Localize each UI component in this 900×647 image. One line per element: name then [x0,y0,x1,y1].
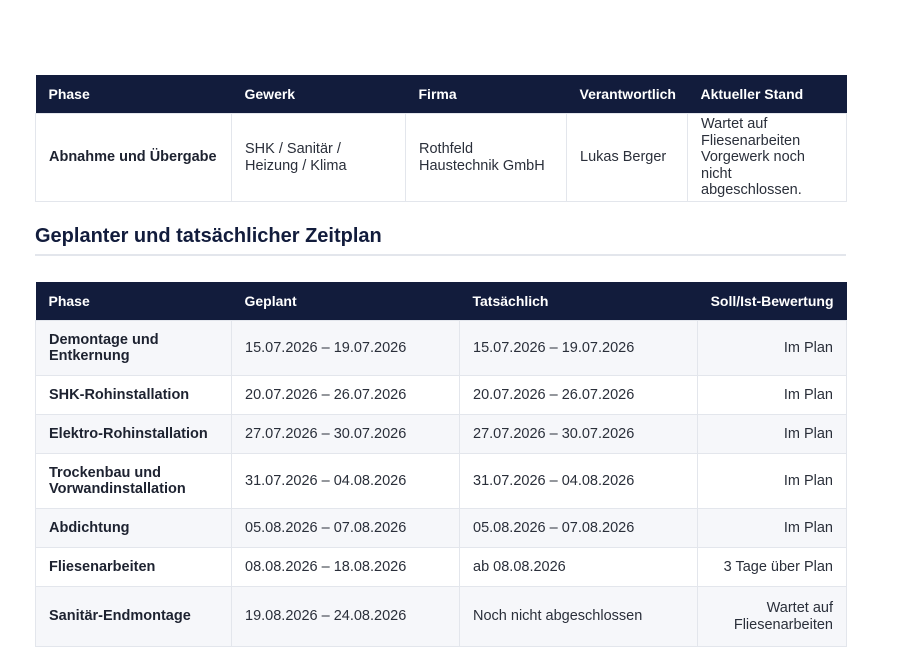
cell-geplant: 19.08.2026 – 24.08.2026 [231,586,460,647]
table-header-row: Phase Geplant Tatsächlich Soll/Ist-Bewer… [35,282,847,321]
cell-bewertung: Im Plan [697,320,847,376]
cell-aktueller-stand: Wartet auf Fliesenarbeiten Vorgewerk noc… [687,113,847,202]
cell-firma: Rothfeld Haustechnik GmbH [405,113,567,202]
cell-bewertung: Im Plan [697,414,847,454]
column-header-aktueller-stand: Aktueller Stand [687,75,847,114]
table-row: Trockenbau und Vorwandinstallation 31.07… [35,453,847,509]
cell-tatsaechlich: ab 08.08.2026 [459,547,698,587]
cell-geplant: 15.07.2026 – 19.07.2026 [231,320,460,376]
responsibility-table: Phase Gewerk Firma Verantwortlich Aktuel… [35,75,847,202]
cell-verantwortlich: Lukas Berger [566,113,688,202]
column-header-gewerk: Gewerk [231,75,406,114]
table-row: SHK-Rohinstallation 20.07.2026 – 26.07.2… [35,375,847,415]
cell-geplant: 05.08.2026 – 07.08.2026 [231,508,460,548]
table-header-row: Phase Gewerk Firma Verantwortlich Aktuel… [35,75,847,114]
table-row: Abdichtung 05.08.2026 – 07.08.2026 05.08… [35,508,847,548]
schedule-table: Phase Geplant Tatsächlich Soll/Ist-Bewer… [35,282,847,647]
cell-bewertung: 3 Tage über Plan [697,547,847,587]
cell-geplant: 20.07.2026 – 26.07.2026 [231,375,460,415]
cell-phase: SHK-Rohinstallation [35,375,232,415]
cell-tatsaechlich: 27.07.2026 – 30.07.2026 [459,414,698,454]
cell-bewertung: Im Plan [697,375,847,415]
cell-phase: Elektro-Rohinstallation [35,414,232,454]
cell-geplant: 08.08.2026 – 18.08.2026 [231,547,460,587]
cell-tatsaechlich: 31.07.2026 – 04.08.2026 [459,453,698,509]
cell-tatsaechlich: 05.08.2026 – 07.08.2026 [459,508,698,548]
cell-tatsaechlich: 15.07.2026 – 19.07.2026 [459,320,698,376]
section-title: Geplanter und tatsächlicher Zeitplan [35,224,846,256]
cell-phase: Sanitär-Endmontage [35,586,232,647]
column-header-geplant: Geplant [231,282,460,321]
column-header-phase: Phase [35,282,232,321]
column-header-bewertung: Soll/Ist-Bewertung [697,282,847,321]
cell-bewertung: Im Plan [697,508,847,548]
cell-tatsaechlich: 20.07.2026 – 26.07.2026 [459,375,698,415]
cell-phase: Fliesenarbeiten [35,547,232,587]
cell-tatsaechlich: Noch nicht abgeschlossen [459,586,698,647]
column-header-firma: Firma [405,75,567,114]
table-row: Abnahme und Übergabe SHK / Sanitär / Hei… [35,113,847,202]
table-row: Demontage und Entkernung 15.07.2026 – 19… [35,320,847,376]
table-row: Sanitär-Endmontage 19.08.2026 – 24.08.20… [35,586,847,647]
column-header-phase: Phase [35,75,232,114]
table-row: Elektro-Rohinstallation 27.07.2026 – 30.… [35,414,847,454]
column-header-verantwortlich: Verantwortlich [566,75,688,114]
column-header-tatsaechlich: Tatsächlich [459,282,698,321]
cell-geplant: 27.07.2026 – 30.07.2026 [231,414,460,454]
cell-geplant: 31.07.2026 – 04.08.2026 [231,453,460,509]
cell-phase: Demontage und Entkernung [35,320,232,376]
table-row: Fliesenarbeiten 08.08.2026 – 18.08.2026 … [35,547,847,587]
cell-bewertung: Wartet auf Fliesenarbeiten [697,586,847,647]
cell-phase: Trockenbau und Vorwandinstallation [35,453,232,509]
cell-gewerk: SHK / Sanitär / Heizung / Klima [231,113,406,202]
cell-bewertung: Im Plan [697,453,847,509]
cell-phase: Abdichtung [35,508,232,548]
cell-phase: Abnahme und Übergabe [35,113,232,202]
